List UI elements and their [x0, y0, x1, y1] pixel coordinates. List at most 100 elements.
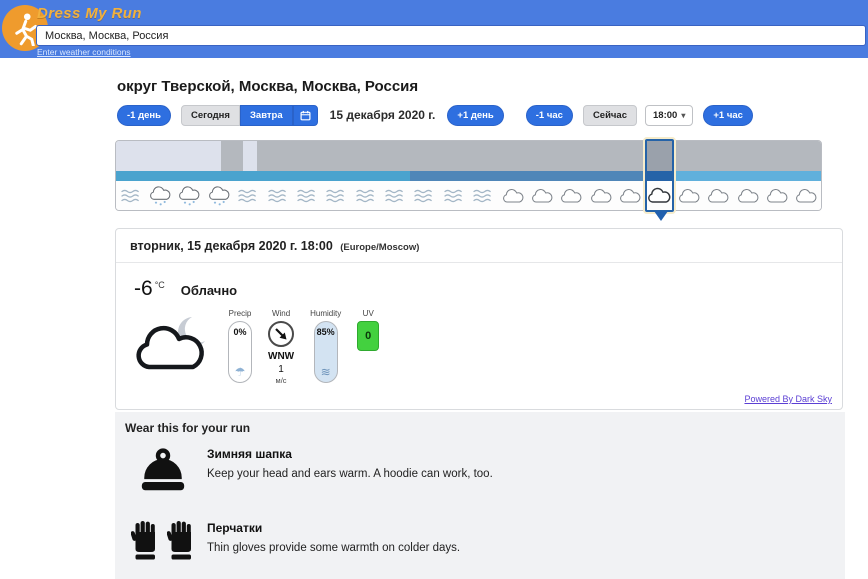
timeline-hour-cell[interactable]	[645, 181, 674, 210]
timeline-hour-cell[interactable]	[615, 181, 644, 210]
snow-icon	[207, 185, 231, 207]
fog-icon	[296, 187, 318, 205]
band-segment	[257, 141, 646, 171]
timeline-hour-cell[interactable]	[145, 181, 174, 210]
cloud-icon	[765, 187, 789, 205]
app-title: Dress My Run	[37, 5, 142, 22]
timeline-hour-cell[interactable]	[175, 181, 204, 210]
cloud-icon	[706, 187, 730, 205]
powered-by-dark-sky-link[interactable]: Powered By Dark Sky	[744, 394, 832, 404]
timeline-hour-cell[interactable]	[762, 181, 791, 210]
forecast-card: вторник, 15 декабря 2020 г. 18:00 (Europ…	[115, 228, 843, 410]
cloud-icon	[501, 187, 525, 205]
temperature-value: -6	[134, 277, 153, 301]
next-hour-button[interactable]: +1 час	[703, 105, 753, 126]
timeline-hour-cell[interactable]	[586, 181, 615, 210]
next-day-button[interactable]: +1 день	[447, 105, 503, 126]
wind-direction: WNW	[268, 351, 294, 362]
gloves-icon	[125, 519, 201, 561]
weather-metrics: Precip 0% ☂ Wind WNW 1 м/с H	[132, 309, 842, 385]
fog-icon	[120, 187, 142, 205]
page-title: округ Тверской, Москва, Москва, Россия	[117, 78, 418, 95]
timeline-hour-cell[interactable]	[410, 181, 439, 210]
precip-label: Precip	[229, 309, 252, 318]
timeline-hour-cell[interactable]	[263, 181, 292, 210]
timeline-hour-cell[interactable]	[234, 181, 263, 210]
humidity-gauge: 85% ≋	[314, 321, 338, 383]
timeline-hour-cell[interactable]	[351, 181, 380, 210]
calendar-button[interactable]	[293, 105, 318, 126]
chevron-down-icon: ▾	[681, 111, 685, 120]
timeline-hour-cell[interactable]	[204, 181, 233, 210]
timeline-hour-cell[interactable]	[704, 181, 733, 210]
weather-summary: Облачно	[181, 283, 237, 298]
cloud-icon	[589, 187, 613, 205]
precip-metric: Precip 0% ☂	[228, 309, 252, 383]
timeline-hour-cell[interactable]	[322, 181, 351, 210]
app-header: Dress My Run Enter weather conditions	[0, 0, 868, 58]
cloud-icon	[677, 187, 701, 205]
waves-icon: ≋	[315, 365, 337, 379]
winter-hat-icon	[125, 445, 201, 493]
timeline-hour-cell[interactable]	[439, 181, 468, 210]
prev-day-button[interactable]: -1 день	[117, 105, 171, 126]
timeline-hour-cell[interactable]	[498, 181, 527, 210]
snow-icon	[148, 185, 172, 207]
wear-item-description: Keep your head and ears warm. A hoodie c…	[207, 468, 493, 480]
timeline-hour-cell[interactable]	[733, 181, 762, 210]
timeline-hour-cell[interactable]	[116, 181, 145, 210]
location-input[interactable]	[36, 25, 866, 46]
fog-icon	[413, 187, 435, 205]
cloud-icon	[646, 186, 672, 205]
humidity-value: 85%	[315, 327, 337, 337]
timeline-hour-cell[interactable]	[292, 181, 321, 210]
cloudy-night-icon	[132, 311, 216, 382]
cloud-icon	[559, 187, 583, 205]
forecast-timezone: (Europe/Moscow)	[340, 242, 419, 253]
timeline-hour-cell[interactable]	[469, 181, 498, 210]
band-segment	[674, 171, 821, 181]
uv-value: 0	[357, 321, 379, 351]
wear-heading: Wear this for your run	[115, 412, 845, 437]
timeline-hour-cell[interactable]	[792, 181, 821, 210]
wear-item-hat: Зимняя шапка Keep your head and ears war…	[115, 437, 845, 497]
snow-icon	[177, 185, 201, 207]
wear-item-title: Зимняя шапка	[207, 447, 493, 461]
cloud-icon	[618, 187, 642, 205]
temperature-unit: °C	[155, 280, 165, 290]
forecast-datetime: вторник, 15 декабря 2020 г. 18:00 (Europ…	[116, 229, 842, 263]
fog-icon	[355, 187, 377, 205]
wind-speed: 1	[278, 364, 284, 375]
humidity-metric: Humidity 85% ≋	[310, 309, 341, 383]
wear-section: Wear this for your run Зимняя шапка Keep…	[115, 412, 845, 579]
hourly-timeline	[115, 140, 822, 211]
time-select[interactable]: 18:00 ▾	[645, 105, 693, 126]
umbrella-icon: ☂	[229, 365, 251, 379]
humidity-label: Humidity	[310, 309, 341, 318]
tomorrow-button[interactable]: Завтра	[240, 105, 293, 126]
timeline-hour-cell[interactable]	[557, 181, 586, 210]
timeline-hour-cell[interactable]	[380, 181, 409, 210]
wind-label: Wind	[272, 309, 290, 318]
timeline-hour-cell[interactable]	[527, 181, 556, 210]
cloud-icon	[736, 187, 760, 205]
prev-hour-button[interactable]: -1 час	[526, 105, 573, 126]
timeline-condition-bar	[116, 171, 821, 181]
timeline-hour-cell[interactable]	[674, 181, 703, 210]
fog-icon	[267, 187, 289, 205]
band-segment	[645, 141, 674, 171]
day-button-group: Сегодня Завтра	[181, 105, 318, 126]
calendar-icon	[300, 110, 311, 121]
wind-metric: Wind WNW 1 м/с	[268, 309, 294, 385]
fog-icon	[384, 187, 406, 205]
time-select-value: 18:00	[653, 110, 677, 121]
today-button[interactable]: Сегодня	[181, 105, 240, 126]
now-button[interactable]: Сейчас	[583, 105, 637, 126]
band-segment	[116, 171, 410, 181]
band-segment	[674, 141, 821, 171]
fog-icon	[237, 187, 259, 205]
enter-weather-conditions-link[interactable]: Enter weather conditions	[37, 47, 131, 57]
forecast-datetime-label: вторник, 15 декабря 2020 г. 18:00	[130, 239, 333, 253]
wind-unit: м/с	[276, 376, 287, 385]
band-segment	[645, 171, 674, 181]
